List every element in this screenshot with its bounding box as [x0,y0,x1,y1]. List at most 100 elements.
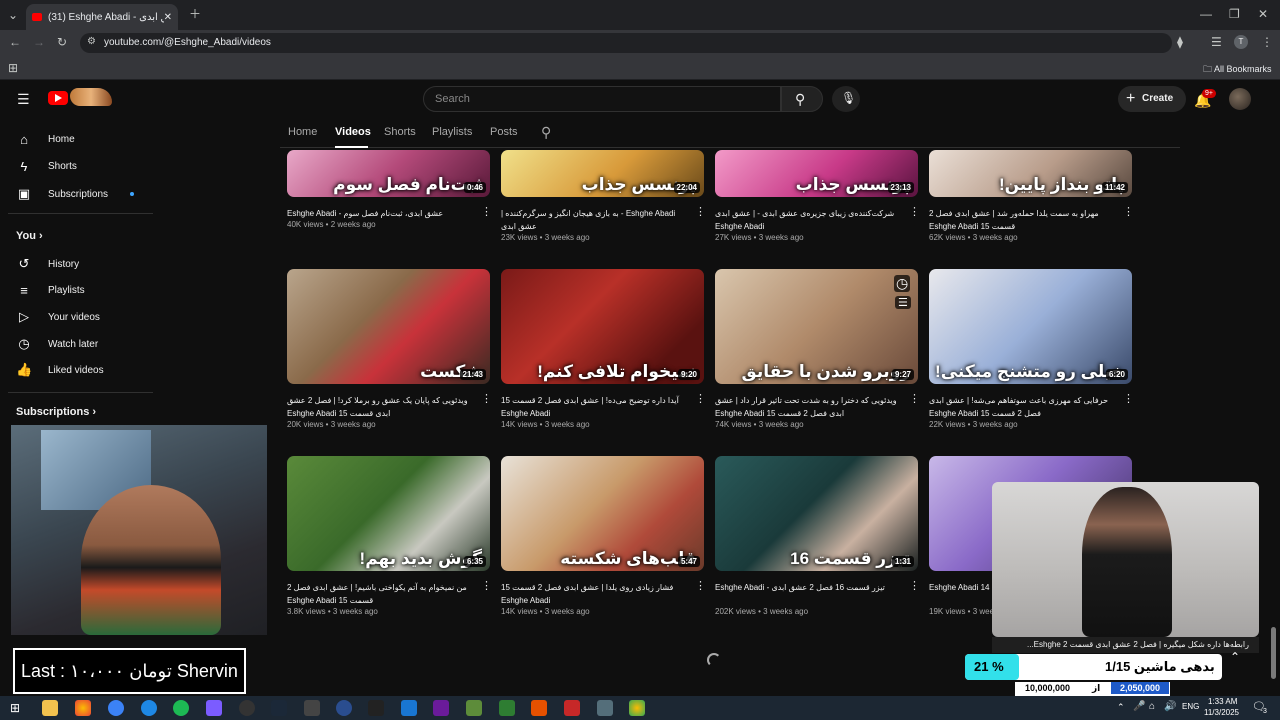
watch-later-overlay-icon[interactable]: ◷ [894,275,911,292]
video-thumbnail[interactable]: تیزر قسمت 16 1:31 [715,456,918,571]
sidebar-item-playlists[interactable]: ≡ Playlists [16,283,84,298]
tab-playlists[interactable]: Playlists [432,126,472,138]
chrome-2-icon[interactable] [629,700,645,716]
video-thumbnail[interactable]: خیلی رو متشنج میکنی! 6:20 [929,269,1132,384]
sidebar-item-subscriptions[interactable]: ▣ Subscriptions [16,186,135,202]
tab-search-icon[interactable]: ⌄ [8,9,18,21]
video-title[interactable]: مهراو به سمت یلدا حمله‌ور شد | عشق ابدی … [929,207,1119,233]
site-info-icon[interactable]: ⚙ [87,37,96,47]
create-button[interactable]: + Create [1118,86,1186,112]
sidebar-item-liked[interactable]: 👍 Liked videos [16,362,104,378]
rider-icon[interactable] [433,700,449,716]
video-title[interactable]: آیدا داره توضیح می‌ده! | عشق ابدی فصل 2 … [501,394,691,420]
tab-shorts[interactable]: Shorts [384,126,416,138]
windows-start-icon[interactable]: ⊞ [10,701,20,715]
video-thumbnail[interactable]: نمیخوام تلافی کنم! 9:20 [501,269,704,384]
chrome-menu-icon[interactable]: ⋮ [1261,36,1273,48]
sidebar-item-history[interactable]: ↺ History [16,256,80,272]
video-thumbnail[interactable]: روبرو شدن با حقایق 9:27 [715,269,918,384]
doodle-logo[interactable] [70,88,112,106]
page-scrollbar[interactable] [1271,627,1276,679]
more-actions-icon[interactable]: ⋮ [695,392,706,405]
more-actions-icon[interactable]: ⋮ [1123,205,1134,218]
search-input[interactable]: Search [423,86,781,112]
more-actions-icon[interactable]: ⋮ [909,579,920,592]
you-section-heading[interactable]: You › [16,230,43,242]
reading-list-icon[interactable]: ☰ [1211,36,1222,48]
more-actions-icon[interactable]: ⋮ [481,579,492,592]
obs-icon[interactable] [239,700,255,716]
browser-tab[interactable]: (31) Eshghe Abadi - عشق ابدی ✕ [26,4,178,30]
sidebar-item-watch-later[interactable]: ◷ Watch later [16,336,98,352]
video-title[interactable]: شرکت‌کننده‌ی زیبای جزیره‌ی عشق ابدی - | … [715,207,905,233]
video-title[interactable]: ویدئویی که پایان یک عشق رو برملا کرد! | … [287,394,477,420]
more-actions-icon[interactable]: ⋮ [695,579,706,592]
close-window-icon[interactable]: ✕ [1258,8,1268,20]
new-tab-icon[interactable]: ＋ [189,8,201,20]
spotify-icon[interactable] [173,700,189,716]
tab-posts[interactable]: Posts [490,126,518,138]
extensions-icon[interactable]: ⧫ [1177,36,1183,48]
search-button[interactable]: ⚲ [781,86,823,112]
discord-icon[interactable] [206,700,222,716]
app-6-icon[interactable] [401,700,417,716]
video-title[interactable]: ویدئویی که دخترا رو به شدت تحت تاثیر قرا… [715,394,905,420]
video-title[interactable]: عشق ابدی، ثبت‌نام فصل سوم - Eshghe Abadi [287,207,477,220]
video-thumbnail[interactable]: پرنسس جذاب 22:04 [501,150,704,197]
network-icon[interactable]: ⌂ [1149,701,1155,712]
collapse-icon[interactable]: ⌃ [1230,650,1240,664]
file-explorer-icon[interactable] [42,700,58,716]
maximize-icon[interactable]: ❐ [1229,8,1240,20]
video-title[interactable]: من نمیخوام به آتم یکواختی باشیم! | عشق ا… [287,581,477,607]
chrome-icon[interactable] [75,700,91,716]
add-to-queue-icon[interactable]: ☰ [895,296,911,309]
pip-video[interactable] [992,482,1259,637]
tray-chevron-icon[interactable]: ⌃ [1117,702,1125,713]
video-thumbnail[interactable]: ثبت‌نام فصل سوم 0:46 [287,150,490,197]
tab-home[interactable]: Home [288,126,317,138]
guide-menu-icon[interactable]: ☰ [17,91,30,108]
language-indicator[interactable]: ENG [1182,702,1199,711]
video-thumbnail[interactable]: شکست 21:43 [287,269,490,384]
app-blue-icon[interactable] [108,700,124,716]
video-title[interactable]: فشار زیادی روی یلدا | عشق ابدی فصل 2 قسم… [501,581,691,607]
apps-grid-icon[interactable]: ⊞ [8,62,18,74]
app-5-icon[interactable] [368,700,384,716]
video-title[interactable]: تیزر قسمت 16 فصل 2 عشق ابدی - Eshghe Aba… [715,581,905,594]
close-tab-icon[interactable]: ✕ [164,12,172,23]
subscriptions-heading[interactable]: Subscriptions › [16,406,96,418]
app-2-icon[interactable] [141,700,157,716]
youtube-logo[interactable] [48,91,68,105]
address-input[interactable]: ⚙ youtube.com/@Eshghe_Abadi/videos [80,33,1172,53]
reload-icon[interactable]: ↻ [57,36,67,48]
more-actions-icon[interactable]: ⋮ [481,205,492,218]
sidebar-item-shorts[interactable]: ϟ Shorts [16,159,77,174]
more-actions-icon[interactable]: ⋮ [1123,392,1134,405]
app-8-icon[interactable] [531,700,547,716]
video-title[interactable]: حرفایی که مهرزی باعث سوتفاهم می‌شه! | عش… [929,394,1119,420]
more-actions-icon[interactable]: ⋮ [481,392,492,405]
mic-tray-icon[interactable]: 🎤 [1133,701,1145,712]
more-actions-icon[interactable]: ⋮ [909,392,920,405]
back-icon[interactable]: ← [9,36,21,48]
video-thumbnail[interactable]: گوش بدید بهم! 6:35 [287,456,490,571]
app-10-icon[interactable] [597,700,613,716]
account-avatar[interactable] [1229,88,1251,110]
more-actions-icon[interactable]: ⋮ [909,205,920,218]
profile-avatar[interactable]: T [1234,35,1248,49]
all-bookmarks-folder[interactable]: 🗀 All Bookmarks [1203,62,1272,78]
video-thumbnail[interactable]: پاتو بنداز پایین! 11:42 [929,150,1132,197]
tab-videos[interactable]: Videos [335,126,371,138]
volume-icon[interactable]: 🔊 [1164,701,1176,712]
minimize-icon[interactable]: — [1200,8,1212,20]
clock-date[interactable]: 11/3/2025 [1204,708,1239,717]
channel-search-icon[interactable]: ⚲ [541,124,551,141]
forward-icon[interactable]: → [33,36,45,48]
app-7-icon[interactable] [499,700,515,716]
sidebar-item-home[interactable]: ⌂ Home [16,132,75,147]
sidebar-item-your-videos[interactable]: ▷ Your videos [16,309,100,325]
voice-search-button[interactable]: 🎙 [832,86,860,112]
app-9-icon[interactable] [564,700,580,716]
video-thumbnail[interactable]: پرنسس جذاب 23:13 [715,150,918,197]
more-actions-icon[interactable]: ⋮ [695,205,706,218]
